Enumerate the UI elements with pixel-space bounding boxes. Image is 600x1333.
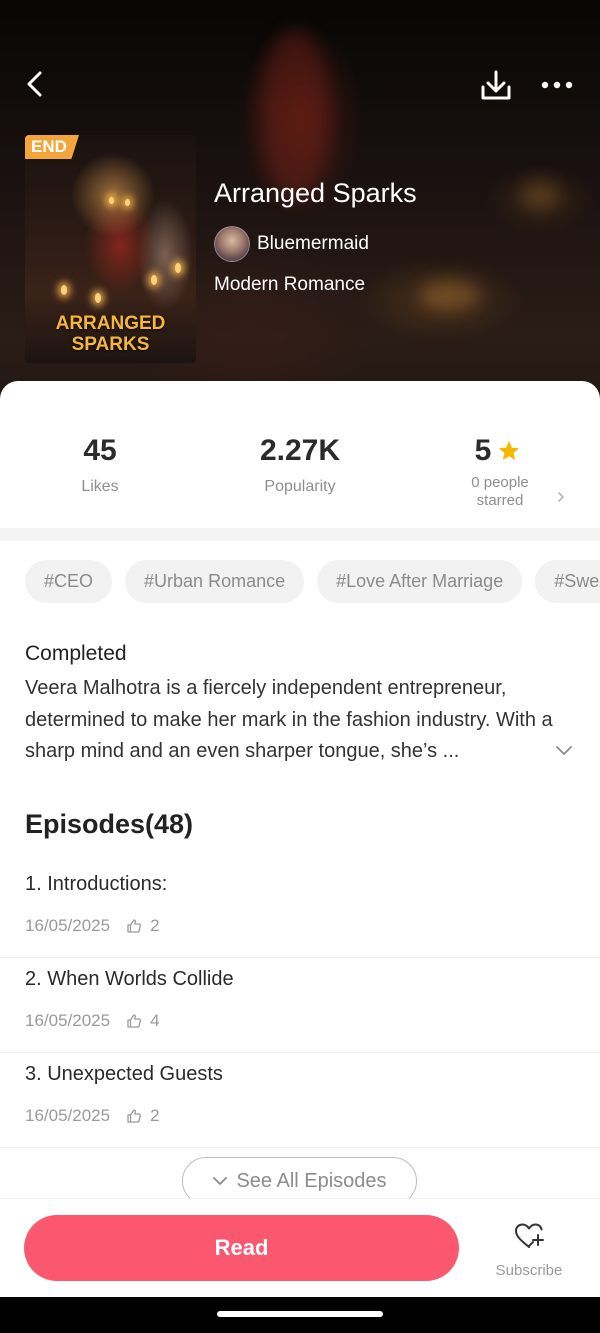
subscribe-button[interactable]: Subscribe	[486, 1221, 572, 1279]
book-hero-header: ARRANGED SPARKS END Arranged Sparks Blue…	[0, 0, 600, 420]
popularity-stat: 2.27K Popularity	[230, 434, 370, 496]
home-indicator[interactable]	[217, 1311, 383, 1317]
heart-plus-icon	[515, 1223, 544, 1248]
likes-count: 45	[83, 434, 117, 467]
episode-like-count: 4	[150, 1011, 160, 1030]
episode-date: 16/05/2025	[25, 916, 111, 935]
likes-label: Likes	[81, 478, 119, 495]
cover-title: ARRANGED SPARKS	[55, 313, 166, 355]
background-glow	[260, 30, 330, 200]
episode-date: 16/05/2025	[25, 1106, 111, 1125]
episode-title: 3. Unexpected Guests	[25, 1063, 223, 1085]
tag-chip[interactable]: #Sweet	[535, 560, 600, 603]
download-button[interactable]	[476, 66, 516, 106]
chevron-down-icon	[213, 1177, 228, 1185]
author-link[interactable]: Bluemermaid	[214, 226, 369, 262]
popularity-count: 2.27K	[259, 434, 341, 467]
author-avatar	[214, 226, 250, 262]
episode-date: 16/05/2025	[25, 1011, 111, 1030]
episode-row[interactable]: 3. Unexpected Guests 16/05/2025 2	[0, 1053, 600, 1148]
genre-label[interactable]: Modern Romance	[214, 274, 365, 296]
background-glow	[520, 180, 560, 210]
book-title: Arranged Sparks	[214, 178, 417, 208]
section-divider	[0, 528, 600, 541]
rating-value: 5	[474, 434, 492, 467]
rating-stat[interactable]: 5 0 people starred	[440, 434, 560, 510]
bottom-action-bar: Read Subscribe	[0, 1198, 600, 1297]
back-button[interactable]	[18, 66, 54, 102]
tag-chip[interactable]: #CEO	[25, 560, 113, 603]
book-detail-sheet: 45 Likes 2.27K Popularity 5 0 people sta…	[0, 381, 600, 1297]
episode-title: 2. When Worlds Collide	[25, 968, 234, 990]
read-button[interactable]: Read	[24, 1215, 459, 1281]
likes-stat: 45 Likes	[40, 434, 160, 496]
tag-chip[interactable]: #Urban Romance	[125, 560, 305, 603]
rating-label: 0 people starred	[471, 474, 529, 509]
chevron-left-icon	[27, 71, 42, 97]
thumbs-up-icon	[127, 1109, 142, 1123]
synopsis-text[interactable]: Veera Malhotra is a fiercely independent…	[25, 673, 555, 768]
author-name: Bluemermaid	[257, 233, 369, 254]
thumbs-up-icon	[127, 919, 142, 933]
more-dots-icon	[541, 81, 573, 89]
download-icon	[481, 70, 511, 100]
see-all-label: See All Episodes	[236, 1169, 387, 1192]
episode-row[interactable]: 2. When Worlds Collide 16/05/2025 4	[0, 958, 600, 1053]
star-icon	[499, 441, 520, 460]
end-badge: END	[25, 135, 79, 159]
thumbs-up-icon	[127, 1014, 142, 1028]
completion-status: Completed	[25, 642, 127, 665]
tag-list: #CEO #Urban Romance #Love After Marriage…	[25, 560, 600, 603]
chevron-down-icon[interactable]	[555, 743, 573, 757]
subscribe-label: Subscribe	[495, 1262, 563, 1279]
episode-like-count: 2	[150, 916, 160, 935]
episode-like-count: 2	[150, 1106, 160, 1125]
tag-chip[interactable]: #Love After Marriage	[317, 560, 523, 603]
episodes-heading: Episodes(48)	[25, 809, 194, 839]
book-cover-image[interactable]: ARRANGED SPARKS	[25, 135, 196, 363]
episode-title: 1. Introductions:	[25, 873, 168, 895]
episode-row[interactable]: 1. Introductions: 16/05/2025 2	[0, 863, 600, 958]
background-glow	[420, 280, 480, 310]
more-options-button[interactable]	[538, 70, 578, 100]
chevron-right-icon[interactable]	[555, 491, 567, 503]
popularity-label: Popularity	[264, 478, 336, 495]
